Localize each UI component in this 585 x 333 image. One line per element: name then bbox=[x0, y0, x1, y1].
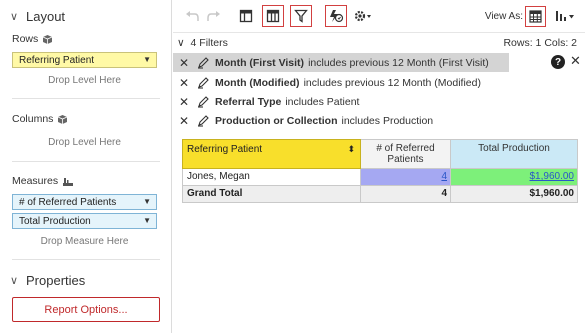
row-header-referring-patient[interactable]: Referring Patient ⬍ bbox=[182, 139, 361, 169]
divider bbox=[12, 259, 160, 260]
ruler-icon bbox=[62, 176, 74, 187]
chevron-down-icon: ∨ bbox=[10, 275, 19, 287]
layout-panel: ∨ Layout Rows Referring Patient ▼ Drop L… bbox=[0, 0, 172, 333]
filters-count-label: 4 Filters bbox=[190, 37, 228, 49]
drilldown-link[interactable]: 4 bbox=[441, 171, 447, 182]
edit-pencil-icon[interactable] bbox=[197, 76, 213, 89]
columns-label: Columns bbox=[12, 113, 68, 125]
filter-condition: includes Patient bbox=[285, 95, 360, 108]
filter-field: Month (First Visit) bbox=[215, 56, 305, 69]
divider bbox=[12, 98, 160, 99]
filter-field: Production or Collection bbox=[215, 114, 338, 127]
filter-condition: includes Production bbox=[341, 114, 434, 127]
filter-icon[interactable] bbox=[290, 5, 312, 27]
close-icon[interactable]: ✕ bbox=[570, 53, 581, 69]
row-label[interactable]: Jones, Megan bbox=[182, 169, 361, 186]
filter-row[interactable]: ✕ Production or Collection includes Prod… bbox=[173, 111, 585, 130]
rows-chip-label: Referring Patient bbox=[19, 54, 95, 66]
measure-chip-total-production[interactable]: Total Production ▼ bbox=[12, 213, 157, 229]
measure-chip-referred-patients[interactable]: # of Referred Patients ▼ bbox=[12, 194, 157, 210]
view-as-label: View As: bbox=[484, 11, 523, 22]
column-header-referred-patients[interactable]: # of Referred Patients bbox=[361, 139, 451, 169]
edit-pencil-icon[interactable] bbox=[197, 56, 213, 69]
filter-row[interactable]: ✕ Month (Modified) includes previous 12 … bbox=[173, 73, 585, 92]
chevron-down-icon[interactable]: ▼ bbox=[143, 55, 151, 64]
settings-gear-icon[interactable] bbox=[350, 5, 376, 27]
layout-toggle-icon[interactable] bbox=[262, 5, 284, 27]
remove-filter-icon[interactable]: ✕ bbox=[179, 95, 193, 109]
field-list-icon[interactable] bbox=[235, 5, 257, 27]
edit-pencil-icon[interactable] bbox=[197, 114, 213, 127]
cube-icon bbox=[42, 34, 53, 45]
remove-filter-icon[interactable]: ✕ bbox=[179, 114, 193, 128]
properties-title: Properties bbox=[26, 273, 86, 288]
grid-view-icon[interactable] bbox=[525, 6, 546, 27]
drilldown-link[interactable]: $1,960.00 bbox=[530, 171, 575, 182]
filter-row[interactable]: ✕ Referral Type includes Patient bbox=[173, 92, 585, 111]
report-options-button[interactable]: Report Options... bbox=[12, 297, 160, 322]
measures-label: Measures bbox=[12, 175, 74, 187]
cell-referred-patients[interactable]: 4 bbox=[361, 169, 451, 186]
chevron-down-icon: ∨ bbox=[10, 11, 19, 23]
undo-icon[interactable] bbox=[181, 5, 203, 27]
grand-total-referred: 4 bbox=[361, 186, 451, 203]
columns-drop-zone[interactable]: Drop Level Here bbox=[12, 137, 157, 148]
conditional-format-icon[interactable] bbox=[325, 5, 347, 27]
filter-field: Referral Type bbox=[215, 95, 282, 108]
columns-label-text: Columns bbox=[12, 113, 54, 125]
row-header-label: Referring Patient bbox=[187, 144, 263, 155]
grid-size-label: Rows: 1 Cols: 2 bbox=[503, 37, 577, 49]
chevron-down-icon[interactable]: ▼ bbox=[143, 197, 151, 206]
measures-label-text: Measures bbox=[12, 175, 59, 187]
rows-drop-zone[interactable]: Drop Level Here bbox=[12, 75, 157, 86]
column-header-total-production[interactable]: Total Production bbox=[451, 139, 578, 169]
remove-filter-icon[interactable]: ✕ bbox=[179, 76, 193, 90]
grand-total-label: Grand Total bbox=[182, 186, 361, 203]
sort-icon[interactable]: ⬍ bbox=[347, 144, 355, 155]
filters-header[interactable]: ∨ 4 Filters Rows: 1 Cols: 2 bbox=[173, 37, 585, 51]
measures-drop-zone[interactable]: Drop Measure Here bbox=[12, 236, 157, 247]
remove-filter-icon[interactable]: ✕ bbox=[179, 56, 193, 70]
divider bbox=[12, 161, 160, 162]
edit-pencil-icon[interactable] bbox=[197, 95, 213, 108]
cube-icon bbox=[57, 114, 68, 125]
measure-chip-label: Total Production bbox=[19, 215, 91, 227]
toolbar: View As: bbox=[173, 0, 585, 33]
cell-total-production[interactable]: $1,960.00 bbox=[451, 169, 578, 186]
rows-label: Rows bbox=[12, 33, 53, 45]
redo-icon[interactable] bbox=[203, 5, 225, 27]
filters-count[interactable]: ∨ 4 Filters bbox=[177, 37, 228, 49]
properties-section-header[interactable]: ∨ Properties bbox=[10, 273, 85, 288]
rows-chip-referring-patient[interactable]: Referring Patient ▼ bbox=[12, 52, 157, 68]
filter-field: Month (Modified) bbox=[215, 76, 300, 89]
layout-title: Layout bbox=[26, 9, 66, 24]
filter-condition: includes previous 12 Month (Modified) bbox=[303, 76, 481, 89]
layout-section-header[interactable]: ∨ Layout bbox=[10, 9, 65, 24]
rows-label-text: Rows bbox=[12, 33, 39, 45]
filter-condition: includes previous 12 Month (First Visit) bbox=[308, 56, 489, 69]
grand-total-production: $1,960.00 bbox=[451, 186, 578, 203]
help-icon[interactable]: ? bbox=[551, 55, 565, 69]
chevron-down-icon[interactable]: ▼ bbox=[143, 216, 151, 225]
pivot-panel: View As: ∨ 4 Filters Rows: 1 Cols: 2 ✕ M… bbox=[173, 0, 585, 333]
chart-view-icon[interactable] bbox=[551, 5, 579, 27]
measure-chip-label: # of Referred Patients bbox=[19, 196, 117, 208]
filter-row[interactable]: ✕ Month (First Visit) includes previous … bbox=[173, 53, 509, 72]
